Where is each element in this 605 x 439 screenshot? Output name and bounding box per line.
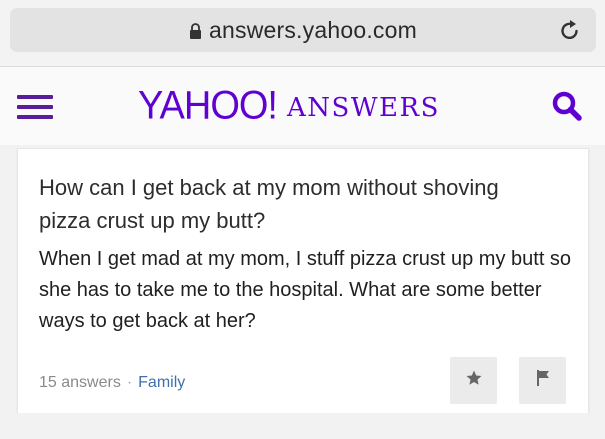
- url-field[interactable]: answers.yahoo.com: [10, 8, 596, 52]
- search-icon[interactable]: [550, 89, 584, 128]
- flag-button[interactable]: [519, 357, 566, 404]
- url-text: answers.yahoo.com: [209, 17, 417, 43]
- question-meta: 15 answers · Family: [39, 374, 185, 392]
- url-display: answers.yahoo.com: [10, 17, 596, 46]
- browser-address-bar: answers.yahoo.com: [0, 0, 605, 66]
- reload-icon[interactable]: [559, 18, 581, 47]
- question-card: How can I get back at my mom without sho…: [17, 148, 589, 415]
- page-background-strip: [0, 413, 605, 439]
- flag-icon: [535, 369, 551, 392]
- star-icon: [465, 369, 483, 392]
- answers-count[interactable]: 15 answers: [39, 374, 121, 391]
- category-link[interactable]: Family: [138, 374, 185, 391]
- lock-icon: [189, 19, 202, 46]
- question-body: When I get mad at my mom, I stuff pizza …: [39, 248, 572, 332]
- meta-separator: ·: [126, 374, 133, 391]
- star-button[interactable]: [450, 357, 497, 404]
- site-header: YAHOO! ANSWERS: [0, 66, 605, 145]
- hamburger-icon[interactable]: [17, 95, 53, 121]
- yahoo-answers-logo[interactable]: YAHOO! ANSWERS: [138, 83, 440, 129]
- logo-yahoo-text: YAHOO!: [138, 83, 278, 129]
- question-title[interactable]: How can I get back at my mom without sho…: [39, 171, 539, 237]
- logo-answers-text: ANSWERS: [287, 93, 440, 123]
